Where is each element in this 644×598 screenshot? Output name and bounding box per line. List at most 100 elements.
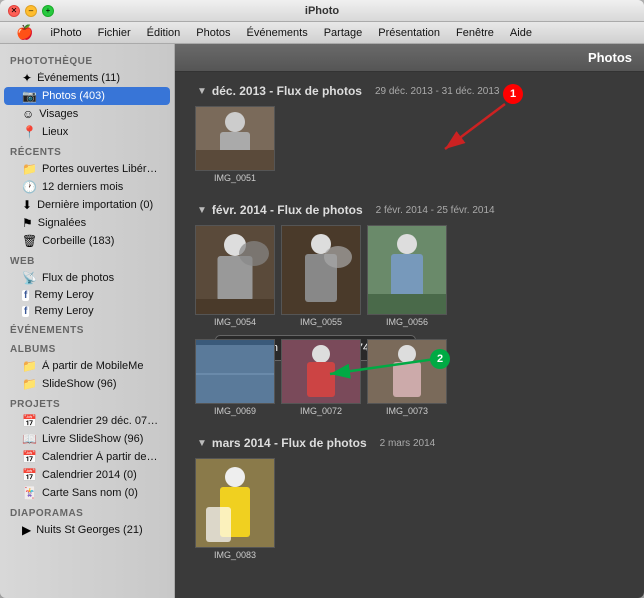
section-header-projets: PROJETS (0, 393, 174, 412)
section-dec2013: ▼ déc. 2013 - Flux de photos 29 déc. 201… (185, 78, 634, 197)
sidebar-item-mobileme-label: À partir de MobileMe (42, 360, 144, 372)
sidebar-item-signalees[interactable]: ⚑ Signalées (4, 214, 170, 232)
sidebar-item-flux[interactable]: 📡 Flux de photos (4, 269, 170, 287)
sidebar-item-12mois[interactable]: 🕐 12 derniers mois (4, 178, 170, 196)
photo-img-img0054 (195, 225, 275, 315)
sidebar-item-calmobile-label: Calendrier À partir de MobileM... (42, 451, 160, 463)
section-feb2014: ▼ févr. 2014 - Flux de photos 2 févr. 20… (185, 197, 634, 430)
sidebar-item-photos[interactable]: 📷 Photos (403) (4, 87, 170, 105)
window-title: iPhoto (305, 5, 339, 17)
sidebar-item-remy2-label: Remy Leroy (34, 305, 93, 317)
sidebar-item-evenements[interactable]: ✦ Événements (11) (4, 69, 170, 87)
sidebar-item-cartes[interactable]: 🃏 Carte Sans nom (0) (4, 484, 170, 502)
sidebar-item-cartes-label: Carte Sans nom (0) (42, 487, 138, 499)
sidebar-item-portes-label: Portes ouvertes Libération (42, 163, 160, 175)
facebook2-icon: f (22, 306, 29, 317)
menu-aide[interactable]: Aide (503, 25, 539, 41)
sidebar-item-remy1-label: Remy Leroy (34, 289, 93, 301)
photo-img-img0051 (195, 106, 275, 171)
menu-photos[interactable]: Photos (189, 25, 237, 41)
photo-img-img0069 (195, 339, 275, 404)
section-header-phototheque: PHOTOTHÈQUE (0, 50, 174, 69)
slideshow-icon: 📁 (22, 377, 37, 391)
calmobile-icon: 📅 (22, 450, 37, 464)
sidebar-item-importation-label: Dernière importation (0) (37, 199, 153, 211)
sidebar-item-mobileme[interactable]: 📁 À partir de MobileMe (4, 357, 170, 375)
section-header-albums: ALBUMS (0, 338, 174, 357)
title-bar: ✕ – + iPhoto (0, 0, 644, 22)
sidebar-item-corbeille[interactable]: 🗑 Corbeille (183) (4, 232, 170, 250)
photo-img-img0083 (195, 458, 275, 548)
sidebar-item-livre[interactable]: 📖 Livre SlideShow (96) (4, 430, 170, 448)
sidebar-item-cal2014[interactable]: 📅 Calendrier 2014 (0) (4, 466, 170, 484)
mobileme-icon: 📁 (22, 359, 37, 373)
menu-fenetre[interactable]: Fenêtre (449, 25, 501, 41)
photo-label-img0051: IMG_0051 (214, 173, 256, 183)
menu-presentation[interactable]: Présentation (371, 25, 447, 41)
menu-iphoto[interactable]: iPhoto (43, 25, 88, 41)
menu-bar: 🍎 iPhoto Fichier Édition Photos Événemen… (0, 22, 644, 44)
sidebar-item-flux-label: Flux de photos (42, 272, 114, 284)
sidebar-item-remy2[interactable]: f Remy Leroy (4, 303, 170, 319)
close-button[interactable]: ✕ (8, 5, 20, 17)
sidebar-item-lieux[interactable]: 📍 Lieux (4, 123, 170, 141)
menu-partage[interactable]: Partage (317, 25, 370, 41)
section-mar2014-date: 2 mars 2014 (380, 438, 436, 449)
photos-icon: 📷 (22, 89, 37, 103)
photo-label-img0083: IMG_0083 (214, 550, 256, 560)
photo-label-img0054: IMG_0054 (214, 317, 256, 327)
photo-thumb-img0055[interactable]: IMG_0055 (281, 225, 361, 327)
photo-grid-dec2013: IMG_0051 (195, 102, 624, 187)
photo-thumb-img0069[interactable]: IMG_0069 (195, 339, 275, 416)
cal2014-icon: 📅 (22, 468, 37, 482)
photo-thumb-img0056[interactable]: IMG_0056 (367, 225, 447, 327)
sidebar-item-photos-label: Photos (403) (42, 90, 105, 102)
menu-fichier[interactable]: Fichier (91, 25, 138, 41)
minimize-button[interactable]: – (25, 5, 37, 17)
photo-topbar-title: Photos (588, 50, 632, 65)
photo-thumb-img0072[interactable]: IMG_0072 (281, 339, 361, 416)
triangle-dec2013[interactable]: ▼ (197, 86, 207, 97)
photo-label-img0055: IMG_0055 (300, 317, 342, 327)
photo-grid-feb2014-row2: IMG_0069 IMG_0072 (195, 335, 624, 420)
photo-area[interactable]: Photos ▼ déc. 2013 - Flux de photos 29 d… (175, 44, 644, 598)
visages-icon: ☺ (22, 107, 34, 121)
section-feb2014-date: 2 févr. 2014 - 25 févr. 2014 (376, 205, 495, 216)
sidebar: PHOTOTHÈQUE ✦ Événements (11) 📷 Photos (… (0, 44, 175, 598)
photo-label-img0072: IMG_0072 (300, 406, 342, 416)
photo-thumb-img0083[interactable]: IMG_0083 (195, 458, 275, 560)
cartes-icon: 🃏 (22, 486, 37, 500)
section-dec2013-date: 29 déc. 2013 - 31 déc. 2013 (375, 86, 500, 97)
sidebar-item-nuits[interactable]: ▶ Nuits St Georges (21) (4, 521, 170, 539)
main-content: PHOTOTHÈQUE ✦ Événements (11) 📷 Photos (… (0, 44, 644, 598)
flux-icon: 📡 (22, 271, 37, 285)
photo-img-img0073 (367, 339, 447, 404)
sidebar-item-cal2014-label: Calendrier 2014 (0) (42, 469, 137, 481)
sidebar-item-cal29-label: Calendrier 29 déc. 07 (1) (42, 415, 160, 427)
sidebar-item-slideshow[interactable]: 📁 SlideShow (96) (4, 375, 170, 393)
photo-sections-container: ▼ déc. 2013 - Flux de photos 29 déc. 201… (175, 72, 644, 580)
app-window: ✕ – + iPhoto 🍎 iPhoto Fichier Édition Ph… (0, 0, 644, 598)
maximize-button[interactable]: + (42, 5, 54, 17)
apple-menu[interactable]: 🍎 (8, 24, 41, 41)
triangle-feb2014[interactable]: ▼ (197, 205, 207, 216)
photo-label-img0056: IMG_0056 (386, 317, 428, 327)
menu-edition[interactable]: Édition (140, 25, 188, 41)
triangle-mar2014[interactable]: ▼ (197, 438, 207, 449)
sidebar-item-evenements-label: Événements (11) (37, 72, 120, 84)
evenements-icon: ✦ (22, 71, 32, 85)
sidebar-item-calmobile[interactable]: 📅 Calendrier À partir de MobileM... (4, 448, 170, 466)
sidebar-item-portes[interactable]: 📁 Portes ouvertes Libération (4, 160, 170, 178)
sidebar-item-cal29[interactable]: 📅 Calendrier 29 déc. 07 (1) (4, 412, 170, 430)
menu-evenements[interactable]: Événements (240, 25, 315, 41)
sidebar-item-remy1[interactable]: f Remy Leroy (4, 287, 170, 303)
annotation-1: 1 (503, 84, 523, 104)
section-dec2013-title: déc. 2013 - Flux de photos (212, 84, 362, 98)
nuits-icon: ▶ (22, 523, 31, 537)
photo-thumb-img0051[interactable]: IMG_0051 (195, 106, 275, 183)
photo-thumb-img0054[interactable]: IMG_0054 (195, 225, 275, 327)
sidebar-item-visages[interactable]: ☺ Visages (4, 105, 170, 123)
sidebar-item-importation[interactable]: ⬇ Dernière importation (0) (4, 196, 170, 214)
lieux-icon: 📍 (22, 125, 37, 139)
photo-grid-feb2014: IMG_0054 IMG_0055 (195, 221, 624, 331)
